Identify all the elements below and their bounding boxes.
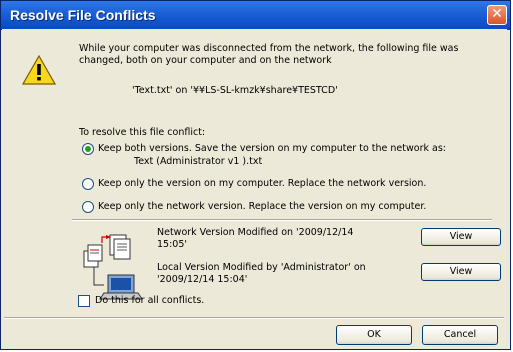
view-local-version-button[interactable]: View [421,263,501,281]
option-keep-both-label[interactable]: Keep both versions. Save the version on … [98,143,446,155]
divider-footer [4,317,504,319]
dialog-body: While your computer was disconnected fro… [2,29,507,349]
view-network-version-button[interactable]: View [421,228,501,246]
option-keep-local-label[interactable]: Keep only the version on my computer. Re… [98,178,426,190]
resolve-file-conflicts-dialog: Resolve File Conflicts ✕ While your comp… [0,0,511,350]
all-conflicts-label[interactable]: Do this for all conflicts. [95,295,204,307]
close-button[interactable]: ✕ [487,5,507,25]
cancel-button[interactable]: Cancel [422,325,498,345]
resolve-label: To resolve this file conflict: [79,127,206,138]
title-bar[interactable]: Resolve File Conflicts ✕ [1,1,510,30]
network-version-info: Network Version Modified on '2009/12/14 … [157,227,354,250]
conflict-message: While your computer was disconnected fro… [79,43,459,66]
radio-keep-local[interactable] [82,178,94,190]
all-conflicts-checkbox[interactable] [78,295,90,307]
option-keep-network-label[interactable]: Keep only the network version. Replace t… [98,201,426,213]
warning-icon [22,55,56,85]
window-title: Resolve File Conflicts [10,7,156,23]
ok-button[interactable]: OK [336,325,412,345]
conflict-file-path: 'Text.txt' on '¥¥LS-SL-kmzk¥share¥TESTCD… [132,85,338,96]
network-computers-icon [83,234,143,300]
local-version-info: Local Version Modified by 'Administrator… [157,262,366,285]
keep-both-save-name: Text (Administrator v1 ).txt [134,156,263,167]
radio-keep-both[interactable] [82,143,94,155]
divider-options [72,219,492,221]
radio-keep-network[interactable] [82,201,94,213]
